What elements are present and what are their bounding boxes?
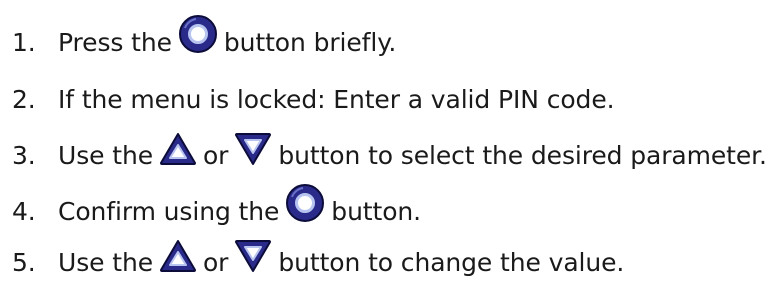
step-text-before: Press the — [58, 27, 172, 57]
step-text-after: button to change the value. — [278, 247, 625, 277]
step-number: 3. — [12, 140, 36, 170]
step-1: 1. Press the button briefly. — [12, 15, 397, 64]
step-number: 4. — [12, 196, 36, 226]
up-triangle-button-icon — [159, 132, 197, 166]
instruction-list: 1. Press the button briefly. 2. If the m… — [0, 0, 776, 283]
step-3: 3. Use the or button to select the desir… — [12, 133, 767, 177]
step-5: 5. Use the or button to change the value… — [12, 240, 624, 284]
step-number: 2. — [12, 84, 36, 114]
step-number: 5. — [12, 247, 36, 277]
down-triangle-button-icon — [234, 132, 272, 166]
step-text-middle: or — [202, 140, 229, 170]
step-text-after: button briefly. — [223, 27, 397, 57]
circle-button-icon — [178, 14, 218, 54]
step-text-before: Use the — [58, 140, 153, 170]
step-number: 1. — [12, 27, 36, 57]
circle-button-icon — [285, 183, 325, 223]
step-text-after: button. — [331, 196, 422, 226]
step-text-before: Use the — [58, 247, 153, 277]
step-text-middle: or — [202, 247, 229, 277]
step-text: If the menu is locked: Enter a valid PIN… — [58, 84, 615, 114]
step-4: 4. Confirm using the button. — [12, 184, 422, 233]
step-text-after: button to select the desired parameter. — [278, 140, 767, 170]
up-triangle-button-icon — [159, 239, 197, 273]
step-text-before: Confirm using the — [58, 196, 280, 226]
step-2: 2. If the menu is locked: Enter a valid … — [12, 77, 615, 121]
down-triangle-button-icon — [234, 239, 272, 273]
